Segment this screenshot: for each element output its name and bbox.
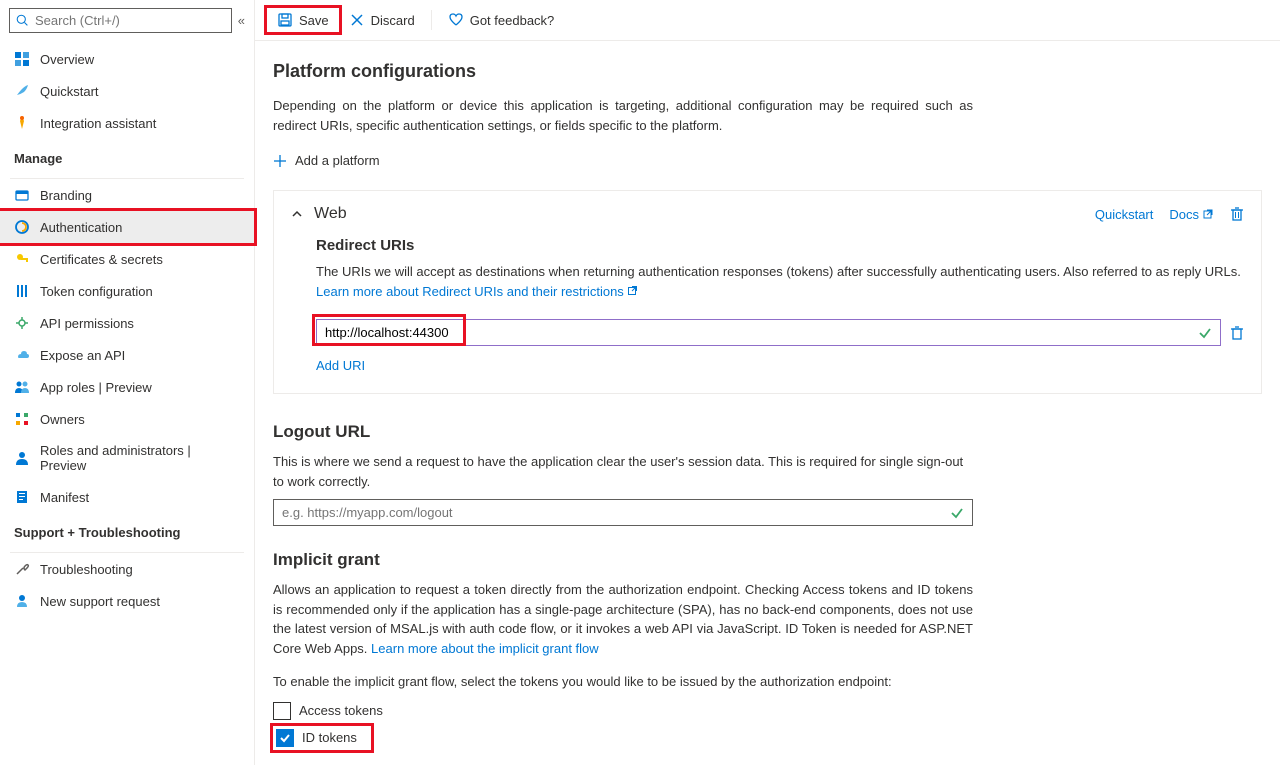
nav-label: Integration assistant bbox=[40, 116, 156, 131]
sidebar-item-overview[interactable]: Overview bbox=[0, 43, 254, 75]
save-icon bbox=[277, 12, 293, 28]
overview-icon bbox=[14, 51, 30, 67]
nav-label: New support request bbox=[40, 594, 160, 609]
sidebar-item-quickstart[interactable]: Quickstart bbox=[0, 75, 254, 107]
access-tokens-row: Access tokens bbox=[273, 702, 973, 720]
nav-label: Expose an API bbox=[40, 348, 125, 363]
redirect-learn-more-link[interactable]: Learn more about Redirect URIs and their… bbox=[316, 284, 637, 299]
discard-button[interactable]: Discard bbox=[339, 6, 425, 34]
nav-label: Branding bbox=[40, 188, 92, 203]
toolbar: Save Discard Got feedback? bbox=[255, 0, 1280, 41]
quickstart-icon bbox=[14, 83, 30, 99]
sidebar-item-branding[interactable]: Branding bbox=[0, 179, 254, 211]
collapse-sidebar-button[interactable]: « bbox=[238, 13, 245, 28]
owners-icon bbox=[14, 411, 30, 427]
platform-title: Platform configurations bbox=[273, 61, 1262, 82]
id-tokens-row: ID tokens bbox=[273, 726, 371, 750]
sidebar-item-roles-admins[interactable]: Roles and administrators | Preview bbox=[0, 435, 254, 481]
sidebar-item-certificates[interactable]: Certificates & secrets bbox=[0, 243, 254, 275]
feedback-label: Got feedback? bbox=[470, 13, 555, 28]
web-platform-card: Web Quickstart Docs Redirect URIs The UR… bbox=[273, 190, 1262, 394]
check-icon bbox=[1198, 326, 1212, 340]
save-label: Save bbox=[299, 13, 329, 28]
discard-icon bbox=[349, 12, 365, 28]
access-tokens-checkbox[interactable] bbox=[273, 702, 291, 720]
nav-label: Owners bbox=[40, 412, 85, 427]
app-roles-icon bbox=[14, 379, 30, 395]
logout-input-wrapper bbox=[273, 499, 973, 526]
access-tokens-label: Access tokens bbox=[299, 703, 383, 718]
sidebar-item-expose-api[interactable]: Expose an API bbox=[0, 339, 254, 371]
implicit-desc: Allows an application to request a token… bbox=[273, 580, 973, 658]
sidebar-item-authentication[interactable]: Authentication bbox=[0, 211, 254, 243]
collapse-chevron-icon[interactable] bbox=[290, 207, 304, 221]
authentication-icon bbox=[14, 219, 30, 235]
manifest-icon bbox=[14, 489, 30, 505]
logout-desc: This is where we send a request to have … bbox=[273, 452, 973, 491]
integration-icon bbox=[14, 115, 30, 131]
plus-icon bbox=[273, 154, 287, 168]
redirect-uri-desc: The URIs we will accept as destinations … bbox=[316, 262, 1245, 301]
add-platform-label: Add a platform bbox=[295, 153, 380, 168]
nav-label: API permissions bbox=[40, 316, 134, 331]
heart-icon bbox=[448, 12, 464, 28]
web-docs-link[interactable]: Docs bbox=[1169, 207, 1213, 222]
web-title: Web bbox=[314, 205, 347, 223]
sidebar-item-troubleshooting[interactable]: Troubleshooting bbox=[0, 553, 254, 585]
main-content: Save Discard Got feedback? Platform conf… bbox=[255, 0, 1280, 765]
redirect-uri-heading: Redirect URIs bbox=[316, 237, 1245, 254]
sidebar-item-owners[interactable]: Owners bbox=[0, 403, 254, 435]
redirect-uri-input-wrapper bbox=[316, 319, 1221, 346]
delete-web-button[interactable] bbox=[1229, 206, 1245, 222]
sidebar-item-support-request[interactable]: New support request bbox=[0, 585, 254, 617]
branding-icon bbox=[14, 187, 30, 203]
manage-heading: Manage bbox=[0, 139, 254, 174]
sidebar-item-app-roles[interactable]: App roles | Preview bbox=[0, 371, 254, 403]
add-platform-button[interactable]: Add a platform bbox=[273, 153, 1262, 168]
support-icon bbox=[14, 593, 30, 609]
search-icon bbox=[16, 14, 29, 27]
nav-label: Quickstart bbox=[40, 84, 99, 99]
id-tokens-label: ID tokens bbox=[302, 730, 357, 745]
implicit-learn-more-link[interactable]: Learn more about the implicit grant flow bbox=[371, 641, 599, 656]
platform-desc: Depending on the platform or device this… bbox=[273, 96, 973, 135]
id-tokens-checkbox[interactable] bbox=[276, 729, 294, 747]
nav-label: Overview bbox=[40, 52, 94, 67]
sidebar-item-token-config[interactable]: Token configuration bbox=[0, 275, 254, 307]
sidebar: « Overview Quickstart Integration assist… bbox=[0, 0, 255, 765]
feedback-button[interactable]: Got feedback? bbox=[438, 6, 565, 34]
discard-label: Discard bbox=[371, 13, 415, 28]
redirect-uri-input[interactable] bbox=[325, 325, 501, 340]
troubleshoot-icon bbox=[14, 561, 30, 577]
api-permissions-icon bbox=[14, 315, 30, 331]
search-input[interactable] bbox=[35, 13, 225, 28]
implicit-instruction: To enable the implicit grant flow, selec… bbox=[273, 672, 973, 692]
logout-url-input[interactable] bbox=[282, 505, 950, 520]
expose-api-icon bbox=[14, 347, 30, 363]
roles-icon bbox=[14, 450, 30, 466]
nav-label: Authentication bbox=[40, 220, 122, 235]
sidebar-item-integration[interactable]: Integration assistant bbox=[0, 107, 254, 139]
add-uri-link[interactable]: Add URI bbox=[316, 358, 365, 373]
search-box[interactable] bbox=[9, 8, 232, 33]
support-heading: Support + Troubleshooting bbox=[0, 513, 254, 548]
nav-label: Token configuration bbox=[40, 284, 153, 299]
web-quickstart-link[interactable]: Quickstart bbox=[1095, 207, 1154, 222]
sidebar-item-manifest[interactable]: Manifest bbox=[0, 481, 254, 513]
check-icon bbox=[950, 506, 964, 520]
nav-label: Roles and administrators | Preview bbox=[40, 443, 240, 473]
implicit-title: Implicit grant bbox=[273, 550, 973, 570]
token-config-icon bbox=[14, 283, 30, 299]
nav-label: Certificates & secrets bbox=[40, 252, 163, 267]
save-button[interactable]: Save bbox=[267, 8, 339, 32]
nav-label: App roles | Preview bbox=[40, 380, 152, 395]
nav-label: Manifest bbox=[40, 490, 89, 505]
sidebar-item-api-permissions[interactable]: API permissions bbox=[0, 307, 254, 339]
nav-label: Troubleshooting bbox=[40, 562, 133, 577]
delete-uri-button[interactable] bbox=[1229, 325, 1245, 341]
certificates-icon bbox=[14, 251, 30, 267]
logout-title: Logout URL bbox=[273, 422, 973, 442]
